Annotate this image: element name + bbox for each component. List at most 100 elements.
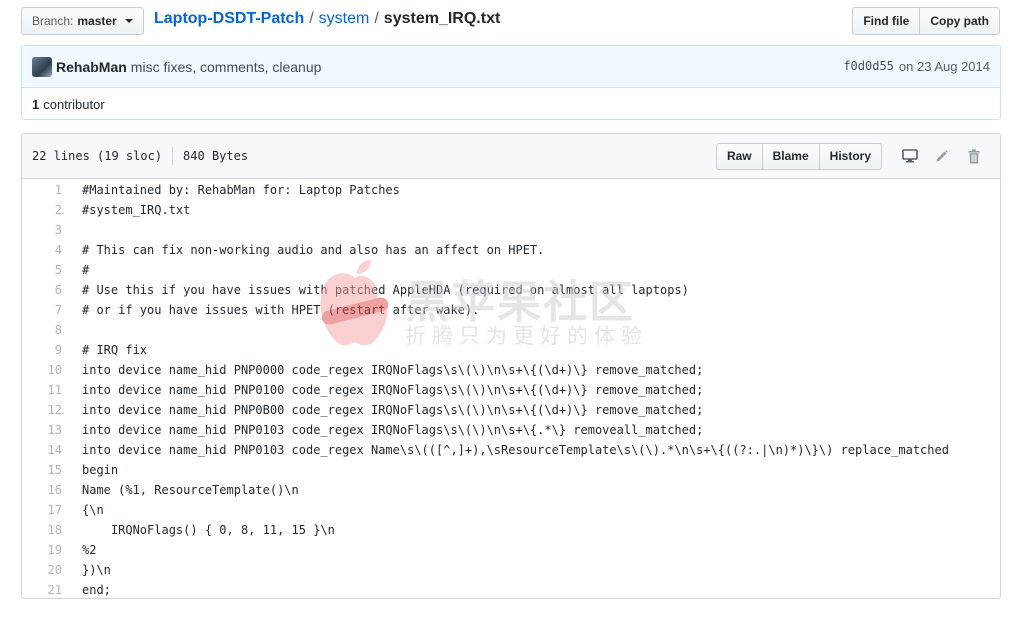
line-content: into device name_hid PNP0103 code_regex … bbox=[82, 423, 704, 437]
breadcrumb-dir-link[interactable]: system bbox=[319, 10, 370, 28]
line-number[interactable]: 1 bbox=[22, 183, 62, 197]
line-number[interactable]: 10 bbox=[22, 363, 62, 377]
line-number[interactable]: 19 bbox=[22, 543, 62, 557]
line-number[interactable]: 9 bbox=[22, 343, 62, 357]
file-info: 22 lines (19 sloc) 840 Bytes bbox=[32, 147, 248, 165]
code-line: 21 end; bbox=[22, 580, 1000, 598]
code-line: 9 # IRQ fix bbox=[22, 340, 1000, 360]
line-number[interactable]: 6 bbox=[22, 283, 62, 297]
file-viewer: 22 lines (19 sloc) 840 Bytes Raw Blame H… bbox=[21, 133, 1001, 599]
line-number[interactable]: 7 bbox=[22, 303, 62, 317]
line-content: {\n bbox=[82, 503, 104, 517]
file-action-buttons: Raw Blame History bbox=[715, 142, 882, 170]
breadcrumb: Laptop-DSDT-Patch / system / system_IRQ.… bbox=[154, 10, 500, 28]
line-content: Name (%1, ResourceTemplate()\n bbox=[82, 483, 299, 497]
code-line: 12 into device name_hid PNP0B00 code_rege… bbox=[22, 400, 1000, 420]
line-number[interactable]: 14 bbox=[22, 443, 62, 457]
line-number[interactable]: 4 bbox=[22, 243, 62, 257]
code-line: 13 into device name_hid PNP0103 code_rege… bbox=[22, 420, 1000, 440]
breadcrumb-separator: / bbox=[374, 10, 379, 27]
line-content: # This can fix non-working audio and als… bbox=[82, 243, 545, 257]
line-content: #Maintained by: RehabMan for: Laptop Pat… bbox=[82, 183, 400, 197]
file-actions: Raw Blame History bbox=[715, 142, 990, 170]
code-line: 11 into device name_hid PNP0100 code_rege… bbox=[22, 380, 1000, 400]
line-number[interactable]: 2 bbox=[22, 203, 62, 217]
commit-meta: f0d0d55 on 23 Aug 2014 bbox=[843, 59, 990, 74]
commit-header: RehabMan misc fixes, comments, cleanup f… bbox=[22, 46, 1000, 88]
line-content: # IRQ fix bbox=[82, 343, 148, 357]
breadcrumb-separator: / bbox=[309, 10, 314, 27]
code-line: 18 IRQNoFlags() { 0, 8, 11, 15 }\n bbox=[22, 520, 1000, 540]
line-number[interactable]: 16 bbox=[22, 483, 62, 497]
commit-message-link[interactable]: misc fixes, comments, cleanup bbox=[131, 59, 322, 75]
copy-path-button[interactable]: Copy path bbox=[920, 7, 1000, 35]
line-content: # bbox=[82, 263, 90, 277]
line-content: %2 bbox=[82, 543, 97, 557]
breadcrumb-file-name: system_IRQ.txt bbox=[383, 10, 501, 27]
code-listing: 1 #Maintained by: RehabMan for: Laptop Pa… bbox=[22, 179, 1000, 598]
code-line: 1 #Maintained by: RehabMan for: Laptop Pa… bbox=[22, 180, 1000, 200]
line-content: into device name_hid PNP0100 code_regex … bbox=[82, 383, 704, 397]
line-content: end; bbox=[82, 583, 111, 597]
file-header: 22 lines (19 sloc) 840 Bytes Raw Blame H… bbox=[22, 134, 1000, 179]
contributors-summary[interactable]: 1 contributor bbox=[22, 88, 1000, 120]
line-number[interactable]: 17 bbox=[22, 503, 62, 517]
line-content: begin bbox=[82, 463, 119, 477]
line-content: IRQNoFlags() { 0, 8, 11, 15 }\n bbox=[82, 523, 335, 537]
code-line: 17 {\n bbox=[22, 500, 1000, 520]
commit-sha-link[interactable]: f0d0d55 bbox=[843, 59, 894, 74]
line-content: })\n bbox=[82, 563, 111, 577]
commit-tease: RehabMan misc fixes, comments, cleanup f… bbox=[21, 45, 1001, 120]
avatar[interactable] bbox=[32, 56, 52, 77]
code-line: 14 into device name_hid PNP0103 code_rege… bbox=[22, 440, 1000, 460]
line-content: #system_IRQ.txt bbox=[82, 203, 191, 217]
contributors-label: contributor bbox=[43, 96, 105, 112]
line-number[interactable]: 3 bbox=[22, 223, 62, 237]
breadcrumb-repo-link[interactable]: Laptop-DSDT-Patch bbox=[154, 10, 304, 28]
contributors-count: 1 bbox=[32, 96, 40, 112]
line-number[interactable]: 12 bbox=[22, 403, 62, 417]
line-number[interactable]: 18 bbox=[22, 523, 62, 537]
line-content: into device name_hid PNP0103 code_regex … bbox=[82, 443, 949, 457]
file-line-count: 22 lines (19 sloc) bbox=[32, 149, 163, 163]
code-line: 15 begin bbox=[22, 460, 1000, 480]
code-line: 20 })\n bbox=[22, 560, 1000, 580]
code-line: 2 #system_IRQ.txt bbox=[22, 200, 1000, 220]
line-number[interactable]: 11 bbox=[22, 383, 62, 397]
code-line: 16 Name (%1, ResourceTemplate()\n bbox=[22, 480, 1000, 500]
code-line: 5 # bbox=[22, 260, 1000, 280]
branch-value: master bbox=[77, 14, 117, 28]
code-line: 8 bbox=[22, 320, 1000, 340]
line-content: into device name_hid PNP0000 code_regex … bbox=[82, 363, 704, 377]
line-content: into device name_hid PNP0B00 code_regex … bbox=[82, 403, 704, 417]
code-line: 3 bbox=[22, 220, 1000, 240]
find-file-button[interactable]: Find file bbox=[852, 7, 921, 35]
commit-date: on 23 Aug 2014 bbox=[898, 59, 990, 74]
code-line: 19 %2 bbox=[22, 540, 1000, 560]
blame-button[interactable]: Blame bbox=[762, 142, 820, 170]
file-info-divider bbox=[172, 147, 174, 165]
line-number[interactable]: 21 bbox=[22, 583, 62, 597]
code-line: 6 # Use this if you have issues with patc… bbox=[22, 280, 1000, 300]
file-nav-buttons: Find file Copy path bbox=[852, 7, 1000, 35]
line-number[interactable]: 20 bbox=[22, 563, 62, 577]
pencil-icon[interactable] bbox=[926, 143, 958, 170]
line-content: # Use this if you have issues with patch… bbox=[82, 283, 689, 297]
line-number[interactable]: 5 bbox=[22, 263, 62, 277]
desktop-icon[interactable] bbox=[894, 143, 926, 170]
line-number[interactable]: 15 bbox=[22, 463, 62, 477]
line-number[interactable]: 13 bbox=[22, 423, 62, 437]
branch-select-button[interactable]: Branch: master bbox=[21, 7, 144, 35]
raw-button[interactable]: Raw bbox=[715, 142, 763, 170]
code-line: 10 into device name_hid PNP0000 code_rege… bbox=[22, 360, 1000, 380]
code-line: 4 # This can fix non-working audio and al… bbox=[22, 240, 1000, 260]
history-button[interactable]: History bbox=[819, 142, 882, 170]
commit-author-link[interactable]: RehabMan bbox=[56, 59, 127, 75]
file-size: 840 Bytes bbox=[183, 149, 249, 163]
trash-icon[interactable] bbox=[958, 143, 990, 170]
caret-down-icon bbox=[124, 19, 133, 23]
code-line: 7 # or if you have issues with HPET (rest… bbox=[22, 300, 1000, 320]
branch-label: Branch: bbox=[32, 14, 74, 28]
line-number[interactable]: 8 bbox=[22, 323, 62, 337]
line-content: # or if you have issues with HPET (resta… bbox=[82, 303, 480, 317]
